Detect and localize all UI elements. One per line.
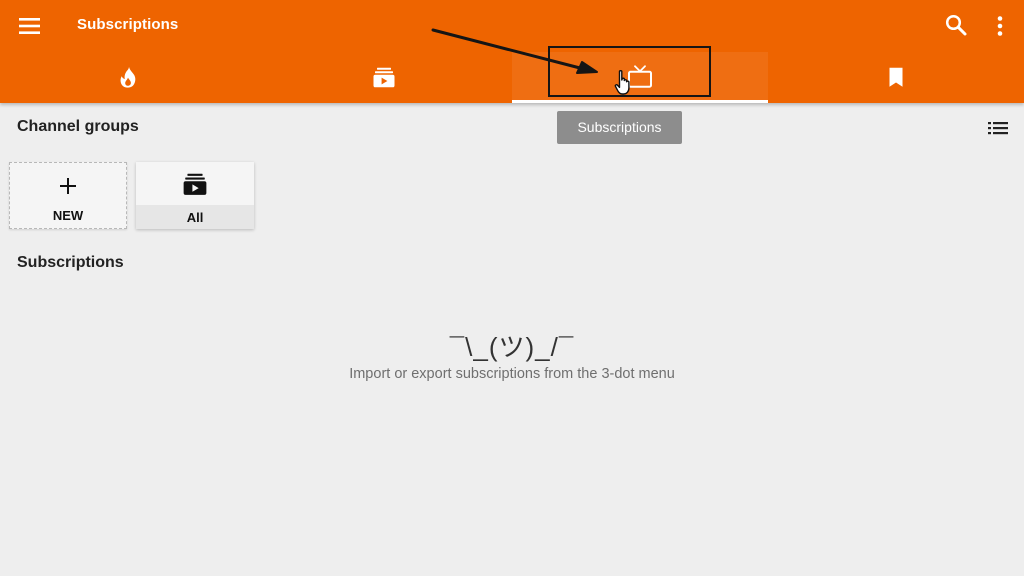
- subscriptions-title: Subscriptions: [17, 254, 124, 271]
- menu-button[interactable]: [14, 11, 46, 41]
- more-vertical-icon: [997, 16, 1003, 36]
- app-title: Subscriptions: [77, 16, 179, 33]
- channel-groups-title: Channel groups: [17, 118, 139, 135]
- toolbar: Subscriptions: [0, 0, 1024, 52]
- empty-state-emoji: ¯\_(ツ)_/¯: [449, 332, 575, 362]
- tab-bar: [0, 52, 1024, 103]
- hand-cursor-icon: [614, 70, 630, 95]
- empty-state-message: Import or export subscriptions from the …: [349, 366, 675, 382]
- tab-feed[interactable]: [256, 52, 512, 103]
- tab-trending[interactable]: [0, 52, 256, 103]
- list-view-toggle[interactable]: [986, 118, 1010, 138]
- app-bar: Subscriptions: [0, 0, 1024, 103]
- fire-icon: [120, 66, 136, 88]
- plus-icon: [60, 178, 76, 194]
- all-group-label: All: [186, 210, 204, 225]
- search-button[interactable]: [942, 11, 970, 39]
- tab-bookmarks[interactable]: [768, 52, 1024, 103]
- feed-icon: [373, 67, 395, 87]
- more-options-button[interactable]: [988, 12, 1012, 40]
- menu-icon: [19, 18, 40, 34]
- tooltip: Subscriptions: [557, 111, 682, 144]
- app-window: Subscriptions Subscriptions Channel grou…: [0, 0, 1024, 576]
- search-icon: [945, 14, 967, 36]
- all-group-card[interactable]: All: [136, 162, 254, 229]
- feed-icon: [183, 173, 207, 195]
- bookmark-icon: [889, 67, 903, 87]
- new-group-label: NEW: [52, 208, 84, 223]
- new-group-card[interactable]: NEW: [9, 162, 127, 229]
- list-view-icon: [988, 122, 1008, 135]
